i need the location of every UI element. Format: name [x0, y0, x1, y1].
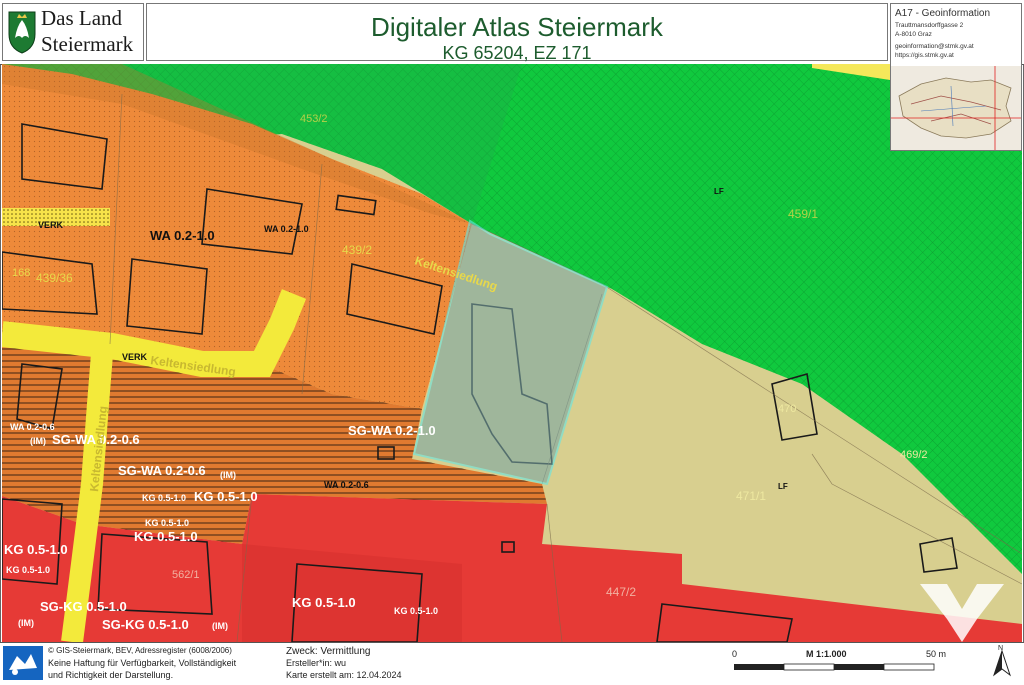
zone-label-im-4: (IM)	[212, 621, 228, 631]
office-city: A-8010 Graz	[895, 31, 932, 38]
state-logo: Das Land Steiermark	[2, 3, 144, 61]
parcel-label-469-2: 469/2	[900, 449, 928, 461]
zone-label-im-2: (IM)	[220, 470, 236, 480]
zone-label-kg-h: KG 0.5-1.0	[394, 606, 438, 616]
zone-label-wa-02-10-small: WA 0.2-1.0	[264, 224, 309, 234]
footer-created: Karte erstellt am: 12.04.2024	[286, 670, 402, 680]
zone-label-kg-g: KG 0.5-1.0	[292, 595, 356, 610]
office-name: A17 - Geoinformation	[895, 8, 991, 19]
zone-label-lf-bottom: LF	[778, 482, 788, 491]
zone-label-verk-road: VERK	[122, 352, 148, 362]
footer-purpose: Zweck: Vermittlung	[286, 646, 371, 657]
office-url[interactable]: https://gis.stmk.gv.at	[895, 52, 954, 59]
office-email[interactable]: geoinformation@stmk.gv.at	[895, 43, 974, 50]
office-box: A17 - Geoinformation Trauttmansdorffgass…	[890, 3, 1022, 151]
zone-label-kg-a: KG 0.5-1.0	[142, 493, 186, 503]
parcel-label-471-1: 471/1	[736, 489, 766, 503]
zone-label-verk-top: VERK	[38, 220, 64, 230]
zone-label-lf-top: LF	[714, 187, 724, 196]
zone-label-kg-d: KG 0.5-1.0	[134, 529, 198, 544]
page-subtitle: KG 65204, EZ 171	[442, 43, 592, 63]
parcel-label-447-2: 447/2	[606, 585, 636, 599]
office-street: Trauttmansdorffgasse 2	[895, 22, 964, 29]
zone-label-kg-f: KG 0.5-1.0	[6, 565, 50, 575]
zone-label-sg-kg-a: SG-KG 0.5-1.0	[40, 599, 127, 614]
footer-copyright: © GIS-Steiermark, BEV, Adressregister (6…	[48, 646, 232, 655]
scale-end: 50 m	[926, 649, 947, 659]
north-label: N	[998, 645, 1004, 652]
zone-label-im-1: (IM)	[30, 436, 46, 446]
overview-map	[891, 66, 1021, 150]
parcel-label-470: 470	[778, 403, 796, 415]
zone-label-sg-wa-02-06-im: SG-WA 0.2-0.6	[118, 463, 206, 478]
zone-label-wa-02-06: WA 0.2-0.6	[10, 422, 55, 432]
zone-label-im-3: (IM)	[18, 618, 34, 628]
zone-label-kg-e: KG 0.5-1.0	[4, 542, 68, 557]
parcel-label-168: 168	[12, 267, 30, 279]
footer: © GIS-Steiermark, BEV, Adressregister (6…	[0, 642, 1024, 685]
title-box: Digitaler Atlas Steiermark KG 65204, EZ …	[146, 3, 888, 63]
gis-logo-icon	[3, 646, 43, 680]
header: Das Land Steiermark Digitaler Atlas Stei…	[0, 0, 1024, 65]
scale-bar	[734, 663, 935, 671]
north-arrow-icon	[993, 649, 1011, 677]
zone-label-kg-b: KG 0.5-1.0	[194, 489, 258, 504]
zone-label-sg-wa-02-10: SG-WA 0.2-1.0	[348, 423, 436, 438]
zone-label-sg-kg-b: SG-KG 0.5-1.0	[102, 617, 189, 632]
gis-logo	[3, 646, 43, 680]
parcel-label-439-2: 439/2	[342, 243, 372, 257]
parcel-label-562-1: 562/1	[172, 569, 200, 581]
crest-icon	[8, 11, 36, 54]
brand-line-2: Steiermark	[41, 32, 134, 56]
brand-line-1: Das Land	[41, 6, 123, 30]
map-view[interactable]: WA 0.2-1.0 WA 0.2-1.0 VERK VERK WA 0.2-0…	[2, 64, 1022, 642]
zone-label-kg-c: KG 0.5-1.0	[145, 518, 189, 528]
parcel-label-453-2: 453/2	[300, 113, 328, 125]
scale-ratio: M 1:1.000	[806, 649, 847, 659]
footer-creator: Ersteller*in: wu	[286, 658, 347, 668]
footer-disclaimer-2: und Richtigkeit der Darstellung.	[48, 670, 174, 680]
parcel-label-459-1: 459/1	[788, 207, 818, 221]
zone-label-wa-02-10: WA 0.2-1.0	[150, 228, 215, 243]
parcel-label-439-36: 439/36	[36, 271, 73, 285]
footer-disclaimer-1: Keine Haftung für Verfügbarkeit, Vollstä…	[48, 658, 237, 668]
page-title: Digitaler Atlas Steiermark	[371, 12, 663, 42]
map-canvas: WA 0.2-1.0 WA 0.2-1.0 VERK VERK WA 0.2-0…	[2, 64, 1022, 642]
zone-label-wa-02-06-b: WA 0.2-0.6	[324, 480, 369, 490]
scale-zero: 0	[732, 649, 738, 659]
overview-map-svg	[891, 66, 1021, 150]
